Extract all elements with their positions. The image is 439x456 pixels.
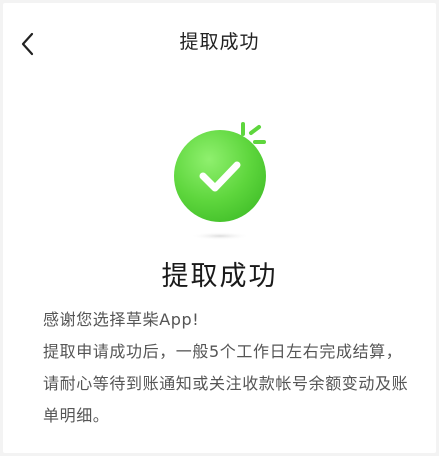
page-card: 提取成功 提取成功 感谢您选择草柴App! 提取申请成功后，一般5个工作日左右完… bbox=[3, 3, 436, 453]
nav-title: 提取成功 bbox=[179, 31, 260, 53]
message-line: 感谢您选择草柴App! bbox=[43, 310, 200, 329]
app-frame: 提取成功 提取成功 感谢您选择草柴App! 提取申请成功后，一般5个工作日左右完… bbox=[0, 0, 439, 456]
success-check-icon bbox=[163, 115, 273, 245]
nav-bar: 提取成功 bbox=[3, 3, 436, 85]
success-message: 感谢您选择草柴App! 提取申请成功后，一般5个工作日左右完成结算，请耐心等待到… bbox=[43, 304, 415, 432]
success-heading: 提取成功 bbox=[161, 261, 278, 292]
message-line: 提取申请成功后，一般5个工作日左右完成结算，请耐心等待到账通知或关注收款帐号余额… bbox=[43, 342, 409, 425]
